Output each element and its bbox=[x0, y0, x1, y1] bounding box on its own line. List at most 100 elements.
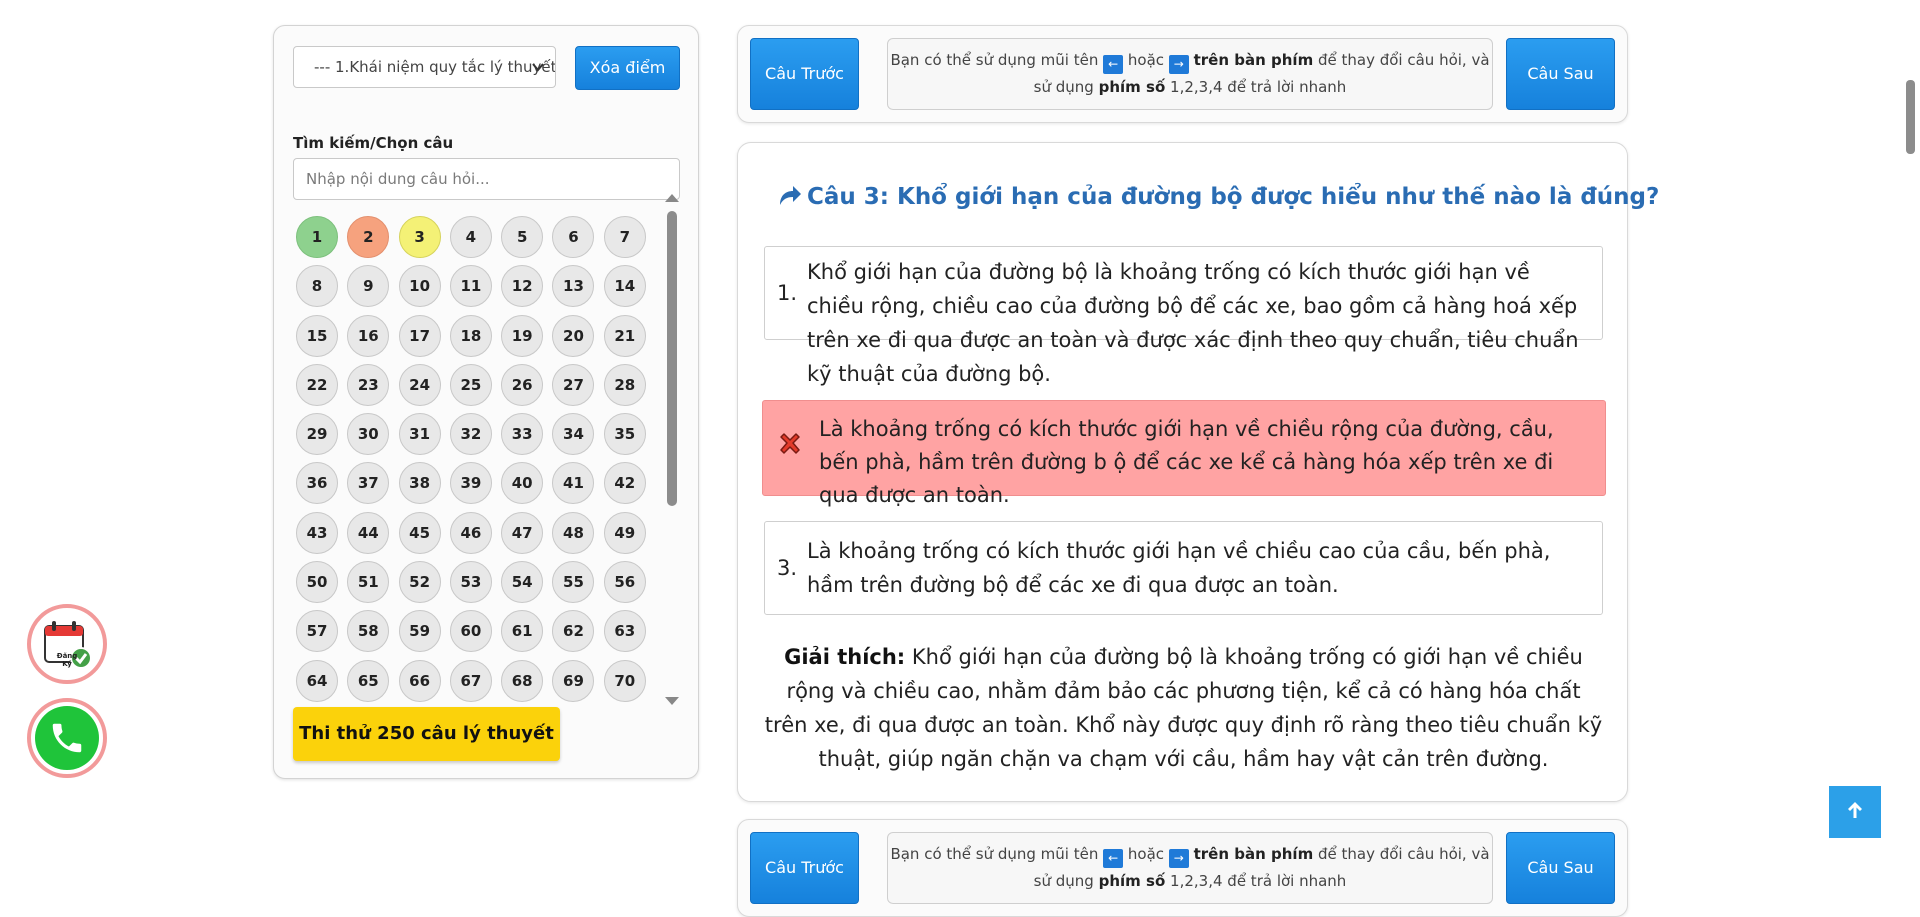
question-number-button[interactable]: 53 bbox=[449, 561, 492, 604]
question-number-button[interactable]: 18 bbox=[449, 314, 492, 357]
search-input[interactable] bbox=[293, 158, 680, 200]
question-number-button[interactable]: 59 bbox=[398, 610, 441, 653]
question-number-button[interactable]: 12 bbox=[501, 265, 544, 308]
page-scrollbar-thumb[interactable] bbox=[1906, 80, 1915, 154]
question-number-button[interactable]: 49 bbox=[603, 511, 646, 554]
question-number-button[interactable]: 62 bbox=[552, 610, 595, 653]
question-number-button[interactable]: 45 bbox=[398, 511, 441, 554]
question-number-button[interactable]: 2 bbox=[347, 216, 390, 258]
question-number-button[interactable]: 50 bbox=[296, 561, 338, 604]
topic-select[interactable]: --- 1.Khái niệm quy tắc lý thuyết bbox=[293, 46, 556, 88]
question-number-button[interactable]: 31 bbox=[398, 413, 441, 456]
phone-float-button[interactable] bbox=[27, 698, 107, 778]
prev-question-button[interactable]: Câu Trước bbox=[750, 832, 859, 904]
question-number-button[interactable]: 69 bbox=[552, 659, 595, 702]
question-number-button[interactable]: 37 bbox=[347, 462, 390, 505]
question-number-button[interactable]: 40 bbox=[501, 462, 544, 505]
question-number-button[interactable]: 46 bbox=[449, 511, 492, 554]
question-number-button[interactable]: 70 bbox=[603, 659, 646, 702]
question-number-button[interactable]: 26 bbox=[501, 363, 544, 406]
question-number-button[interactable]: 51 bbox=[347, 561, 390, 604]
clear-score-button[interactable]: Xóa điểm bbox=[575, 46, 680, 90]
arrow-up-icon bbox=[1845, 800, 1865, 824]
question-number-button[interactable]: 54 bbox=[501, 561, 544, 604]
question-number-button[interactable]: 22 bbox=[296, 363, 338, 406]
search-label: Tìm kiếm/Chọn câu bbox=[293, 134, 454, 152]
question-number-button[interactable]: 9 bbox=[347, 265, 390, 308]
question-number-button[interactable]: 8 bbox=[296, 265, 338, 308]
question-number-button[interactable]: 15 bbox=[296, 314, 338, 357]
question-number-button[interactable]: 42 bbox=[603, 462, 646, 505]
question-number-button[interactable]: 43 bbox=[296, 511, 338, 554]
question-number-button[interactable]: 36 bbox=[296, 462, 338, 505]
question-number-button[interactable]: 39 bbox=[449, 462, 492, 505]
scroll-up-arrow[interactable] bbox=[665, 194, 679, 202]
calendar-check-icon: Đăng Ký bbox=[39, 616, 95, 672]
question-panel: --- 1.Khái niệm quy tắc lý thuyết Xóa đi… bbox=[273, 25, 699, 779]
question-number-button[interactable]: 60 bbox=[449, 610, 492, 653]
question-number-button[interactable]: 66 bbox=[398, 659, 441, 702]
answer-option-3[interactable]: 3. Là khoảng trống có kích thước giới hạ… bbox=[764, 521, 1603, 615]
wrong-x-icon bbox=[777, 431, 803, 467]
back-to-top-button[interactable] bbox=[1829, 786, 1881, 838]
question-number-button[interactable]: 63 bbox=[603, 610, 646, 653]
question-number-button[interactable]: 10 bbox=[398, 265, 441, 308]
question-number-button[interactable]: 13 bbox=[552, 265, 595, 308]
question-number-button[interactable]: 19 bbox=[501, 314, 544, 357]
question-number-button[interactable]: 16 bbox=[347, 314, 390, 357]
register-float-button[interactable]: Đăng Ký bbox=[27, 604, 107, 684]
question-number-button[interactable]: 52 bbox=[398, 561, 441, 604]
question-number-button[interactable]: 21 bbox=[603, 314, 646, 357]
question-number-button[interactable]: 24 bbox=[398, 363, 441, 406]
practice-test-button[interactable]: Thi thử 250 câu lý thuyết bbox=[293, 707, 560, 761]
explanation-label: Giải thích: bbox=[784, 645, 906, 669]
question-number-button[interactable]: 3 bbox=[398, 216, 441, 258]
question-number-button[interactable]: 67 bbox=[449, 659, 492, 702]
question-number-button[interactable]: 35 bbox=[603, 413, 646, 456]
question-number-button[interactable]: 55 bbox=[552, 561, 595, 604]
prev-question-button[interactable]: Câu Trước bbox=[750, 38, 859, 110]
question-number-button[interactable]: 11 bbox=[449, 265, 492, 308]
question-number-button[interactable]: 44 bbox=[347, 511, 390, 554]
question-number-button[interactable]: 68 bbox=[501, 659, 544, 702]
question-number-button[interactable]: 32 bbox=[449, 413, 492, 456]
hint-text: hoặc bbox=[1127, 845, 1165, 863]
question-number-button[interactable]: 38 bbox=[398, 462, 441, 505]
answer-text: Là khoảng trống có kích thước giới hạn v… bbox=[807, 539, 1551, 597]
question-number-button[interactable]: 61 bbox=[501, 610, 544, 653]
hint-text: Bạn có thể sử dụng mũi tên bbox=[890, 51, 1099, 69]
question-number-button[interactable]: 28 bbox=[603, 363, 646, 406]
answer-option-2-wrong[interactable]: Là khoảng trống có kích thước giới hạn v… bbox=[762, 400, 1606, 507]
question-number-button[interactable]: 56 bbox=[603, 561, 646, 604]
question-number-button[interactable]: 29 bbox=[296, 413, 338, 456]
question-number-button[interactable]: 33 bbox=[501, 413, 544, 456]
question-number-button[interactable]: 30 bbox=[347, 413, 390, 456]
question-number-button[interactable]: 5 bbox=[501, 216, 544, 258]
question-number-button[interactable]: 1 bbox=[296, 216, 338, 258]
question-number-button[interactable]: 34 bbox=[552, 413, 595, 456]
question-number-button[interactable]: 27 bbox=[552, 363, 595, 406]
question-number-button[interactable]: 41 bbox=[552, 462, 595, 505]
question-number-button[interactable]: 7 bbox=[603, 216, 646, 258]
question-number-button[interactable]: 64 bbox=[296, 659, 338, 702]
question-number-button[interactable]: 25 bbox=[449, 363, 492, 406]
question-number-button[interactable]: 65 bbox=[347, 659, 390, 702]
question-number-button[interactable]: 6 bbox=[552, 216, 595, 258]
question-title-text: Câu 3: Khổ giới hạn của đường bộ được hi… bbox=[807, 184, 1660, 210]
question-number-button[interactable]: 14 bbox=[603, 265, 646, 308]
question-nav-bottom: Câu Trước Bạn có thể sử dụng mũi tên ← h… bbox=[737, 819, 1628, 917]
question-number-button[interactable]: 58 bbox=[347, 610, 390, 653]
question-number-button[interactable]: 4 bbox=[449, 216, 492, 258]
phone-icon bbox=[35, 706, 99, 770]
next-question-button[interactable]: Câu Sau bbox=[1506, 832, 1615, 904]
question-number-button[interactable]: 47 bbox=[501, 511, 544, 554]
next-question-button[interactable]: Câu Sau bbox=[1506, 38, 1615, 110]
question-number-button[interactable]: 48 bbox=[552, 511, 595, 554]
question-number-button[interactable]: 17 bbox=[398, 314, 441, 357]
question-number-button[interactable]: 20 bbox=[552, 314, 595, 357]
scroll-down-arrow[interactable] bbox=[665, 697, 679, 705]
question-number-button[interactable]: 57 bbox=[296, 610, 338, 653]
answer-option-1[interactable]: 1. Khổ giới hạn của đường bộ là khoảng t… bbox=[764, 246, 1603, 386]
question-number-button[interactable]: 23 bbox=[347, 363, 390, 406]
grid-scrollbar-thumb[interactable] bbox=[667, 211, 677, 506]
